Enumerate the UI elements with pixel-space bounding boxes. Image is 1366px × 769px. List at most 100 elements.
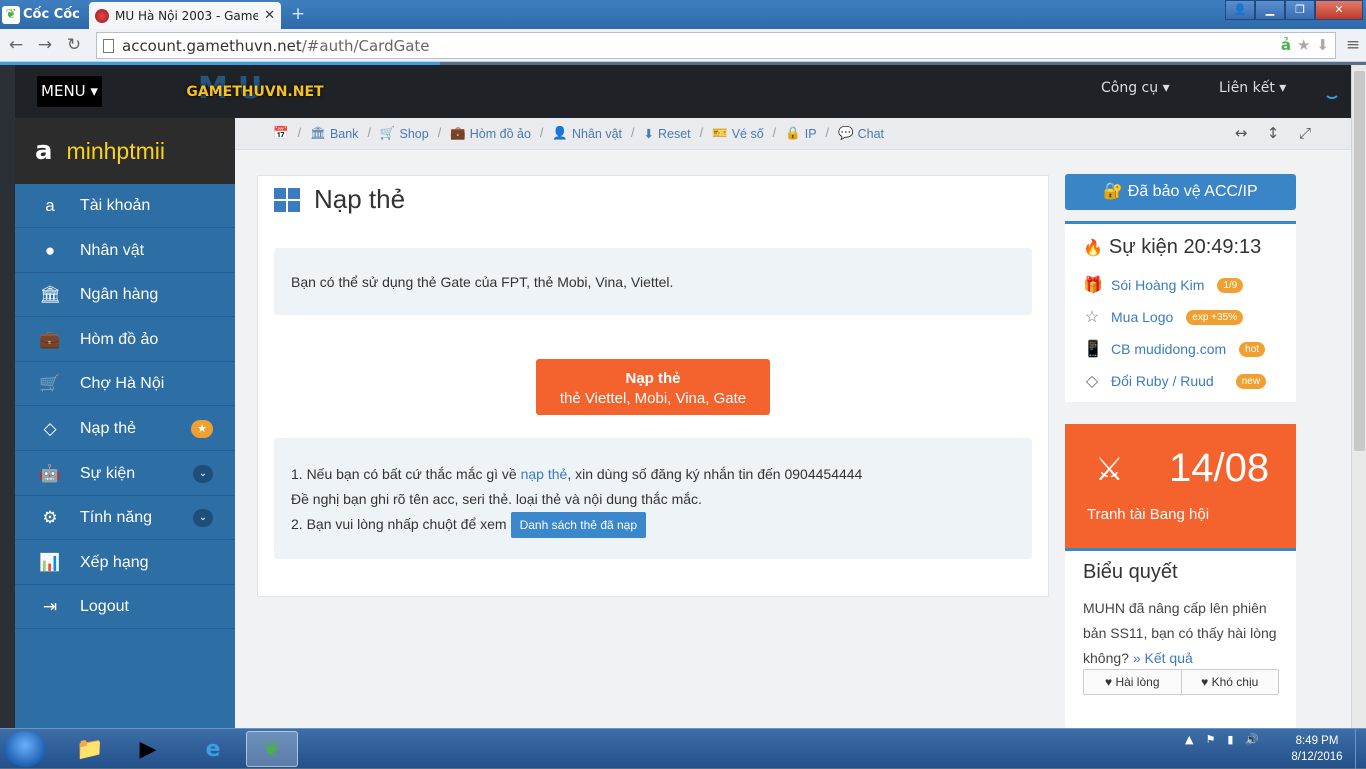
poll-buttons: ♥ Hài lòng ♥ Khó chịu: [1083, 669, 1279, 695]
browser-toolbar: ← → ↻ account.gamethuvn.net/#auth/CardGa…: [0, 29, 1366, 62]
crumb-calendar[interactable]: 📅: [273, 126, 289, 141]
ie-icon[interactable]: e: [187, 731, 239, 767]
event-badge: 1/9: [1217, 277, 1244, 293]
expand-horizontal-icon[interactable]: ↔: [1226, 124, 1256, 144]
user-box: a minhptmii: [15, 118, 235, 184]
site-logo[interactable]: MU GAMETHUVN.NET: [186, 71, 323, 107]
event-item[interactable]: ☆ Mua Logo exp +35%: [1083, 306, 1244, 328]
address-bar[interactable]: account.gamethuvn.net/#auth/CardGate ả ★…: [96, 32, 1336, 59]
windows-taskbar: 📁 ▶ e ❦ ▲ ⚑ ▮ 🔊 8:49 PM 8/12/2016: [0, 728, 1366, 769]
cart-icon: 🛒: [379, 126, 396, 140]
crumb-bank[interactable]: 🏛 Bank: [310, 126, 358, 141]
chevron-down-icon[interactable]: ⌄: [193, 508, 213, 527]
network-warning-icon[interactable]: ⚑: [1205, 733, 1215, 746]
sidebar-item-label: Nạp thẻ: [80, 419, 137, 437]
topup-card: Nạp thẻ Bạn có thể sử dụng thẻ Gate của …: [257, 175, 1049, 597]
amazon-icon: a: [45, 195, 55, 215]
card-list-button[interactable]: Danh sách thẻ đã nạp: [510, 512, 647, 539]
sidebar-item-character[interactable]: ● Nhân vật: [15, 229, 235, 273]
crumb-character[interactable]: 👤 Nhân vật: [552, 126, 622, 141]
back-arrow-icon[interactable]: ←: [5, 34, 27, 56]
sidebar-item-label: Xếp hạng: [80, 553, 149, 571]
forward-arrow-icon[interactable]: →: [34, 34, 56, 56]
coccoc-taskbar-icon[interactable]: ❦: [246, 731, 298, 767]
mobile-icon: 📱: [1083, 341, 1103, 358]
nav-links[interactable]: Liên kết ▾: [1219, 80, 1286, 96]
protect-account-button[interactable]: 🔐 Đã bảo vệ ACC/IP: [1065, 174, 1296, 210]
sidebar-item-virtual-chest[interactable]: 💼 Hòm đồ ảo: [15, 318, 235, 362]
scrollbar-thumb[interactable]: [1354, 71, 1365, 451]
new-tab-button[interactable]: +: [287, 5, 309, 23]
poll-yes-button[interactable]: ♥ Hài lòng: [1084, 670, 1181, 694]
sidebar-item-topup[interactable]: ◇ Nạp thẻ ★: [15, 407, 235, 451]
event-item[interactable]: 📱 CB mudidong.com hot: [1083, 338, 1266, 360]
volume-icon[interactable]: 🔊: [1245, 733, 1259, 746]
suitcase-icon: 💼: [450, 126, 466, 140]
poll-no-label: Khó chịu: [1211, 675, 1259, 689]
expand-vertical-icon[interactable]: ↕: [1258, 124, 1288, 144]
poll-results-link[interactable]: » Kết quả: [1133, 650, 1193, 666]
media-player-icon[interactable]: ▶: [122, 731, 174, 767]
star-icon[interactable]: ★: [1297, 36, 1310, 54]
site-header: MENU ▾ MU GAMETHUVN.NET Công cụ ▾ Liên k…: [15, 65, 1351, 118]
page-scrollbar[interactable]: [1351, 65, 1366, 728]
explorer-icon[interactable]: 📁: [64, 731, 116, 767]
event-item[interactable]: 🎁 Sói Hoàng Kim 1/9: [1083, 274, 1244, 296]
tray-arrow-icon[interactable]: ▲: [1185, 733, 1193, 746]
maximize-button[interactable]: ❐: [1285, 0, 1315, 20]
crumb-chest[interactable]: 💼 Hòm đồ ảo: [450, 126, 531, 141]
reload-icon[interactable]: ↻: [63, 34, 85, 56]
crumb-label: Shop: [399, 126, 429, 141]
crumb-chat[interactable]: 💬 Chat: [838, 126, 884, 141]
close-tab-icon[interactable]: ✕: [264, 8, 275, 23]
help-line-1: 1. Nếu bạn có bất cứ thắc mắc gì về nạp …: [291, 462, 1032, 487]
nav-tools[interactable]: Công cụ ▾: [1101, 80, 1170, 96]
browser-tab[interactable]: MU Hà Nội 2003 - Gameth ✕: [89, 2, 281, 29]
crumb-lottery[interactable]: 🎫 Vé số: [712, 126, 764, 141]
crumb-label: Nhân vật: [571, 126, 623, 141]
show-desktop-button[interactable]: [1355, 729, 1366, 769]
start-button[interactable]: [4, 731, 46, 767]
fullscreen-icon[interactable]: ⤢: [1290, 124, 1320, 144]
topup-button[interactable]: Nạp thẻ thẻ Viettel, Mobi, Vina, Gate: [536, 359, 770, 415]
clock-date: 8/12/2016: [1291, 751, 1343, 763]
browser-tab-bar: ❦ Cốc Cốc MU Hà Nội 2003 - Gameth ✕ + 👤 …: [0, 0, 1366, 29]
crumb-reset[interactable]: ⬇ Reset: [644, 126, 691, 142]
poll-card: Biểu quyết MUHN đã nâng cấp lên phiên bả…: [1065, 548, 1296, 728]
close-window-button[interactable]: ✕: [1315, 0, 1363, 20]
poll-yes-label: Hài lòng: [1115, 675, 1160, 689]
windows-icon: [274, 187, 300, 212]
event-badge: hot: [1239, 341, 1266, 357]
sidebar-item-ranking[interactable]: 📊 Xếp hạng: [15, 541, 235, 585]
event-title: 🔥 Sự kiện 20:49:13: [1083, 236, 1261, 259]
android-icon: 🤖: [39, 463, 61, 483]
browser-menu-icon[interactable]: ≡: [1343, 34, 1363, 56]
signal-icon[interactable]: ▮: [1227, 733, 1233, 746]
browser-logo[interactable]: ❦ Cốc Cốc: [2, 2, 88, 27]
topup-link[interactable]: nạp thẻ: [521, 466, 568, 482]
person-icon[interactable]: 👤: [1225, 0, 1255, 20]
logo-text: GAMETHUVN.NET: [186, 84, 324, 100]
minimize-button[interactable]: ▁: [1255, 0, 1285, 20]
chevron-down-icon[interactable]: ⌄: [193, 464, 213, 483]
poll-no-button[interactable]: ♥ Khó chịu: [1180, 670, 1278, 694]
crumb-shop[interactable]: 🛒 Shop: [380, 126, 429, 141]
poll-title: Biểu quyết: [1083, 561, 1178, 583]
download-icon[interactable]: ⬇: [1316, 36, 1329, 54]
sidebar-item-bank[interactable]: 🏛 Ngân hàng: [15, 273, 235, 317]
coccoc-a-icon[interactable]: ả: [1281, 36, 1291, 54]
heartbeat-icon: ♥: [1201, 675, 1212, 689]
crumb-ip[interactable]: 🔒 IP: [785, 126, 816, 141]
sidebar-item-events[interactable]: 🤖 Sự kiện ⌄: [15, 452, 235, 496]
sidebar-item-features[interactable]: ⚙ Tính năng ⌄: [15, 496, 235, 540]
clock[interactable]: 8:49 PM 8/12/2016: [1282, 733, 1352, 765]
guild-event-promo[interactable]: ⚔ 14/08 Tranh tài Bang hội: [1065, 424, 1296, 549]
sidebar-item-logout[interactable]: ⇥ Logout: [15, 585, 235, 629]
sidebar-item-market[interactable]: 🛒 Chợ Hà Nội: [15, 362, 235, 406]
sidebar-item-label: Ngân hàng: [80, 285, 159, 303]
sidebar-item-account[interactable]: a Tài khoản: [15, 184, 235, 228]
help-line-2: Đề nghị bạn ghi rõ tên acc, seri thẻ. lo…: [291, 491, 702, 507]
heart-icon: ♥: [1105, 675, 1116, 689]
event-item[interactable]: ◇ Đổi Ruby / Ruud new: [1083, 370, 1267, 392]
menu-button[interactable]: MENU ▾: [37, 76, 102, 107]
